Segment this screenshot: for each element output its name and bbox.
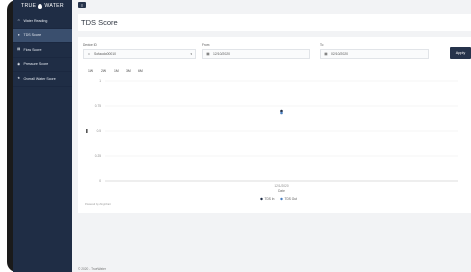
from-date-input[interactable]: ▦ 12/10/2020 bbox=[202, 49, 310, 59]
device-id-value: Sofaudo00010 bbox=[94, 52, 117, 56]
content-card: Device ID ⌂ Sofaudo00010 ▾ From ▦ 12/10/… bbox=[78, 37, 471, 213]
sidebar-item-label: Overall Water Score bbox=[23, 76, 56, 81]
footer-text: © 2020 - TrueWater bbox=[78, 267, 106, 271]
tds-chart: 1 0.75 0.5 0.25 0 12/1/2020DateTDS In TDS Out P… bbox=[85, 79, 458, 206]
page-title: TDS Score bbox=[81, 18, 118, 27]
sidebar-item-label: Water Reading bbox=[23, 18, 48, 23]
x-axis-label: Date bbox=[278, 189, 285, 193]
calendar-icon: ▦ bbox=[206, 52, 210, 56]
water-drop-icon bbox=[38, 3, 43, 9]
brand-name-left: TRUE bbox=[21, 3, 37, 9]
y-tick-label: 0 bbox=[99, 179, 101, 183]
pin-icon: ◉ bbox=[17, 61, 21, 66]
sidebar-item-overall-water-score[interactable]: ★ Overall Water Score bbox=[13, 72, 72, 87]
to-date-value: 02/10/2020 bbox=[331, 52, 348, 56]
app-screen: TRUE WATER ⌂ Water Reading ● TDS Score ▤… bbox=[13, 0, 471, 272]
sidebar-item-tds-score[interactable]: ● TDS Score bbox=[13, 28, 72, 43]
sidebar-item-label: Flow Score bbox=[23, 47, 42, 52]
sidebar-item-pressure-score[interactable]: ◉ Pressure Score bbox=[13, 58, 72, 72]
menu-toggle-button[interactable]: ≡ bbox=[78, 2, 86, 8]
y-axis-marker bbox=[86, 129, 88, 133]
hamburger-icon: ≡ bbox=[80, 2, 84, 8]
sidebar-item-label: TDS Score bbox=[23, 33, 42, 38]
brand-name-right: WATER bbox=[44, 3, 64, 9]
apply-button[interactable]: Apply bbox=[450, 47, 471, 59]
star-icon: ★ bbox=[17, 76, 21, 80]
page-title-bar: TDS Score bbox=[78, 14, 471, 31]
top-bar: ≡ bbox=[72, 0, 471, 11]
calendar-icon: ▦ bbox=[324, 52, 328, 56]
to-label: To bbox=[320, 43, 324, 47]
y-tick-label: 1 bbox=[99, 79, 101, 83]
x-tick-label: 12/1/2020 bbox=[274, 184, 288, 188]
device-id-select[interactable]: ⌂ Sofaudo00010 ▾ bbox=[83, 49, 196, 59]
sidebar-item-label: Pressure Score bbox=[23, 62, 49, 67]
range-button-3m[interactable]: 3M bbox=[126, 69, 131, 73]
chevron-down-icon: ▾ bbox=[190, 52, 192, 56]
main-content: ≡ TDS Score Device ID ⌂ Sofaudo00010 ▾ F… bbox=[72, 0, 471, 272]
from-label: From bbox=[202, 43, 210, 47]
legend-marker bbox=[280, 197, 283, 201]
home-icon: ⌂ bbox=[87, 52, 91, 56]
y-tick-label: 0.75 bbox=[95, 104, 101, 108]
range-button-1m[interactable]: 1M bbox=[114, 69, 119, 73]
data-point bbox=[280, 111, 283, 115]
range-button-6m[interactable]: 6M bbox=[138, 69, 143, 73]
y-tick-label: 0.25 bbox=[95, 154, 101, 158]
legend-label: TDS In bbox=[265, 197, 275, 201]
legend-marker bbox=[260, 197, 263, 201]
range-button-1w[interactable]: 1W bbox=[88, 69, 93, 73]
device-id-label: Device ID bbox=[83, 43, 97, 47]
from-date-value: 12/10/2020 bbox=[213, 52, 230, 56]
sidebar-item-water-reading[interactable]: ⌂ Water Reading bbox=[13, 14, 72, 29]
user-icon: ● bbox=[17, 32, 20, 37]
brand-logo[interactable]: TRUE WATER bbox=[13, 0, 72, 12]
range-button-2w[interactable]: 2W bbox=[101, 69, 106, 73]
chart-credit: Powered by ZingChart bbox=[85, 202, 111, 206]
legend-label: TDS Out bbox=[285, 197, 298, 201]
sidebar: TRUE WATER ⌂ Water Reading ● TDS Score ▤… bbox=[13, 0, 72, 272]
home-icon: ⌂ bbox=[17, 18, 20, 22]
y-tick-label: 0.5 bbox=[97, 129, 102, 133]
file-icon: ▤ bbox=[17, 47, 21, 51]
sidebar-item-flow-score[interactable]: ▤ Flow Score bbox=[13, 43, 72, 58]
to-date-input[interactable]: ▦ 02/10/2020 bbox=[320, 49, 429, 59]
